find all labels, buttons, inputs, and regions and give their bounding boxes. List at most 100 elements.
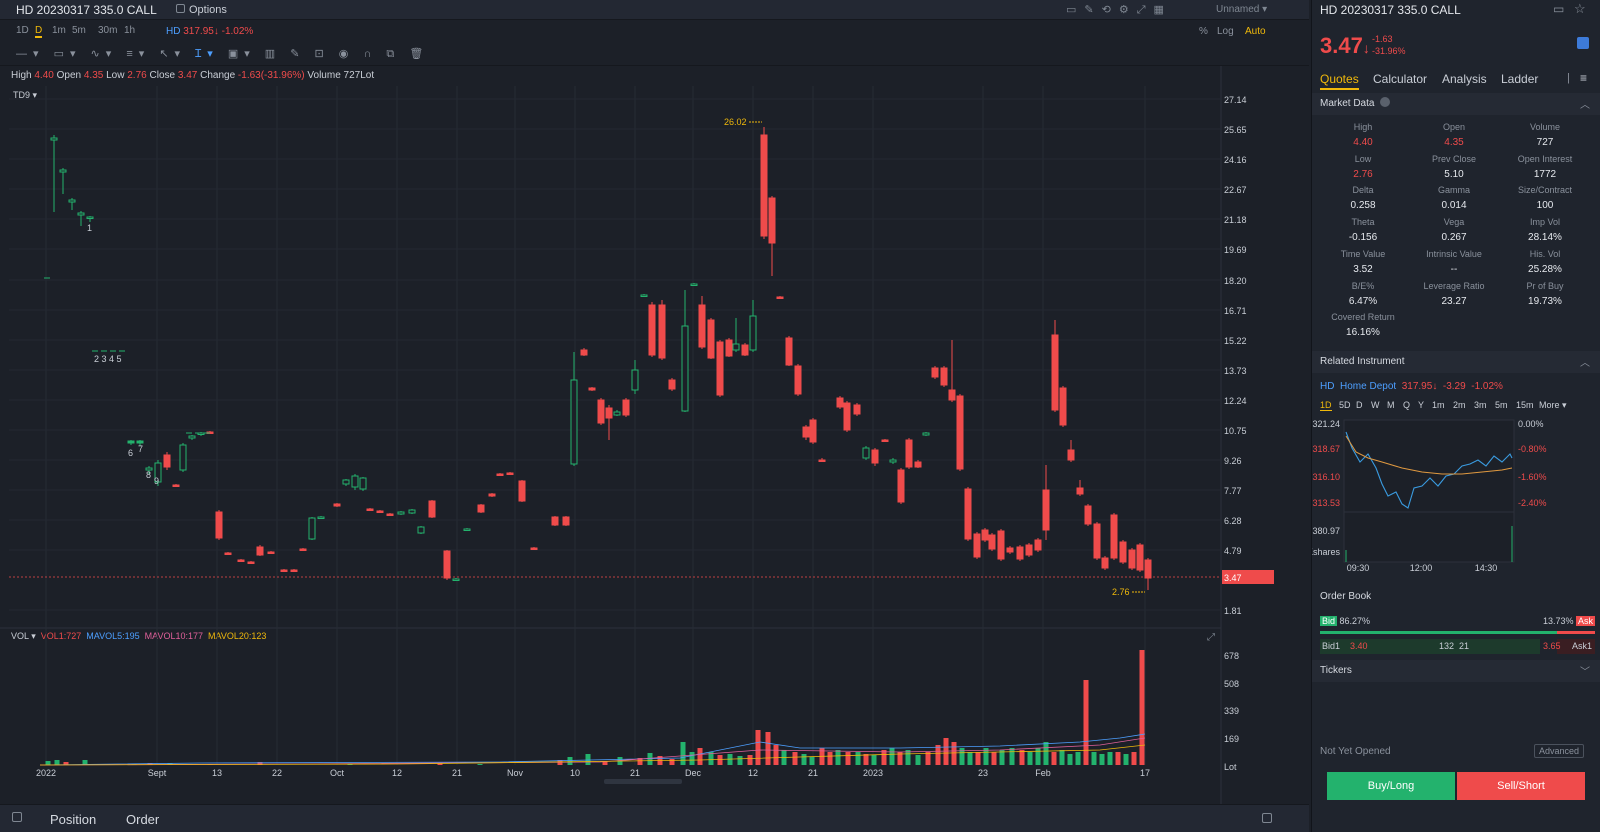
mini-period-d[interactable]: D bbox=[1356, 400, 1363, 410]
chevron-down-icon[interactable]: ﹀ bbox=[1580, 663, 1590, 678]
price-axis-label: 19.69 bbox=[1224, 245, 1247, 255]
auto-scale-toggle[interactable]: Auto bbox=[1245, 26, 1266, 37]
options-icon bbox=[176, 4, 185, 13]
chart-canvas[interactable]: 27.14 25.65 24.16 22.67 21.18 19.69 18.20 16.71… bbox=[0, 66, 1309, 804]
period-tab-d[interactable]: D bbox=[35, 25, 43, 38]
tab-quotes[interactable]: Quotes bbox=[1320, 72, 1359, 90]
mini-period-y[interactable]: Y bbox=[1418, 400, 1424, 410]
panel-toggle-icon[interactable] bbox=[12, 812, 22, 825]
candle-body bbox=[366, 508, 374, 511]
market-data-label: B/E% bbox=[1351, 280, 1375, 291]
candle-body bbox=[794, 365, 802, 395]
tab-analysis[interactable]: Analysis bbox=[1442, 72, 1487, 86]
volume-bar bbox=[863, 754, 869, 765]
period-tab-5m[interactable]: 5m bbox=[72, 25, 86, 36]
period-tab-30m[interactable]: 30m bbox=[98, 25, 117, 36]
mini-period-w[interactable]: W bbox=[1371, 400, 1380, 410]
mini-period-1d[interactable]: 1D bbox=[1320, 400, 1332, 411]
chevron-up-icon[interactable]: ︿ bbox=[1580, 354, 1590, 369]
price-axis-label: 15.22 bbox=[1224, 336, 1247, 346]
info-icon[interactable] bbox=[1380, 97, 1390, 107]
menu-icon[interactable]: ≡ bbox=[1580, 71, 1587, 85]
volume-bar bbox=[477, 764, 483, 765]
toolbar-icons[interactable]: ▭✎⟲⚙⤢▦ bbox=[1066, 3, 1172, 17]
mini-period-1m[interactable]: 1m bbox=[1432, 400, 1445, 410]
tickers-header[interactable]: Tickers ﹀ bbox=[1312, 660, 1600, 682]
period-tab-1h[interactable]: 1h bbox=[124, 25, 135, 36]
options-button[interactable]: Options bbox=[176, 4, 227, 16]
market-data-value: 4.40 bbox=[1353, 137, 1373, 148]
mini-period-3m[interactable]: 3m bbox=[1474, 400, 1487, 410]
mini-right-axis-label: 0.00% bbox=[1518, 419, 1544, 429]
ask-badge: Ask bbox=[1575, 616, 1595, 626]
expand-panel-icon[interactable] bbox=[1262, 813, 1272, 826]
intraday-mini-chart[interactable]: 321.24 318.67 316.10 313.53 380.97 Kshares 0.0… bbox=[1312, 416, 1600, 578]
text-tool-icon[interactable]: Ɪ▾ bbox=[195, 48, 219, 60]
bid-ask-ratio: Bid 86.27% 13.73% Ask bbox=[1320, 616, 1595, 626]
candle-body bbox=[317, 516, 325, 519]
candle-body bbox=[1144, 559, 1152, 579]
mini-period-2m[interactable]: 2m bbox=[1453, 400, 1466, 410]
log-scale-toggle[interactable]: Log bbox=[1217, 26, 1234, 37]
mini-period-5m[interactable]: 5m bbox=[1495, 400, 1508, 410]
candle-body bbox=[1128, 549, 1136, 569]
mini-period-5d[interactable]: 5D bbox=[1339, 400, 1351, 410]
market-data-value: 2.76 bbox=[1353, 168, 1373, 180]
tab-calculator[interactable]: Calculator bbox=[1373, 72, 1427, 86]
volume-bar bbox=[1107, 752, 1113, 765]
mini-period-q[interactable]: Q bbox=[1403, 400, 1410, 410]
sell-short-button[interactable]: Sell/Short bbox=[1457, 772, 1585, 800]
volume-bar bbox=[1139, 650, 1145, 765]
percent-scale-toggle[interactable]: % bbox=[1199, 26, 1208, 37]
related-quote[interactable]: HD Home Depot 317.95↓ -3.29 -1.02% bbox=[1320, 381, 1503, 392]
market-data-header[interactable]: Market Data ︿ bbox=[1312, 93, 1600, 115]
candle-body bbox=[488, 493, 496, 497]
star-icon[interactable]: ☆ bbox=[1574, 1, 1586, 17]
candle-body bbox=[530, 547, 538, 550]
td-count: 2 3 4 5 bbox=[94, 354, 122, 364]
mini-period-m[interactable]: M bbox=[1387, 400, 1395, 410]
time-axis-label: 21 bbox=[808, 768, 818, 778]
candle-body bbox=[172, 484, 180, 487]
window-icon[interactable]: ▭ bbox=[1553, 2, 1564, 16]
market-data-value: 0.258 bbox=[1350, 200, 1376, 212]
chevron-up-icon[interactable]: ︿ bbox=[1580, 96, 1590, 111]
period-tab-1d[interactable]: 1D bbox=[16, 25, 29, 36]
price-change-abs: -1.63 bbox=[1372, 34, 1393, 44]
related-price: 317.95 bbox=[1401, 381, 1433, 392]
candle-body bbox=[551, 516, 559, 526]
expand-icon[interactable]: ⤢ bbox=[1207, 632, 1215, 643]
candle-body bbox=[1059, 387, 1067, 426]
candlestick-chart[interactable]: High 4.40 Open 4.35 Low 2.76 Close 3.47 … bbox=[0, 66, 1309, 804]
volume-bar bbox=[680, 742, 686, 765]
scroll-handle[interactable] bbox=[604, 779, 682, 784]
tab-order[interactable]: Order bbox=[126, 812, 159, 827]
broker-icon[interactable] bbox=[1577, 37, 1589, 49]
mini-period-more[interactable]: More ▾ bbox=[1539, 400, 1567, 411]
candle-body bbox=[280, 569, 288, 572]
advanced-button[interactable]: Advanced bbox=[1534, 744, 1585, 758]
candle-body bbox=[518, 480, 526, 502]
layout-selector[interactable]: Unnamed ▾ bbox=[1216, 4, 1267, 15]
candle-body bbox=[443, 550, 451, 579]
mini-time-label: 09:30 bbox=[1347, 563, 1370, 573]
level1-row: Bid1 3.40 132 21 3.65 Ask1 bbox=[1320, 639, 1595, 654]
volume-bar bbox=[1019, 750, 1025, 765]
market-data-value: 100 bbox=[1536, 200, 1554, 212]
market-data-cell: Open 4.35 bbox=[1408, 122, 1500, 148]
mini-period-15m[interactable]: 15m bbox=[1516, 400, 1534, 410]
underlying-mini-quote[interactable]: HD 317.95↓ -1.02% bbox=[166, 26, 253, 37]
volume-bar bbox=[951, 742, 957, 765]
tab-ladder[interactable]: Ladder bbox=[1501, 72, 1538, 86]
candle-body bbox=[862, 447, 870, 459]
mini-chart-frame bbox=[1343, 419, 1515, 563]
buy-long-button[interactable]: Buy/Long bbox=[1327, 772, 1455, 800]
market-data-value: 28.14% bbox=[1528, 232, 1562, 244]
related-instrument-header[interactable]: Related Instrument ︿ bbox=[1312, 351, 1600, 373]
volume-bar bbox=[689, 752, 695, 765]
market-data-cell: Intrinsic Value -- bbox=[1408, 249, 1500, 275]
drawing-tools[interactable]: —▾ ▭▾ ∿▾ ≡▾ ↖▾ Ɪ▾ ▣▾ ▥ ✎ ⊡ ◉ ∩ ⧉ 🗑 bbox=[16, 46, 429, 61]
period-tab-1m[interactable]: 1m bbox=[52, 25, 66, 36]
candle-body bbox=[776, 296, 784, 299]
tab-position[interactable]: Position bbox=[50, 812, 96, 827]
